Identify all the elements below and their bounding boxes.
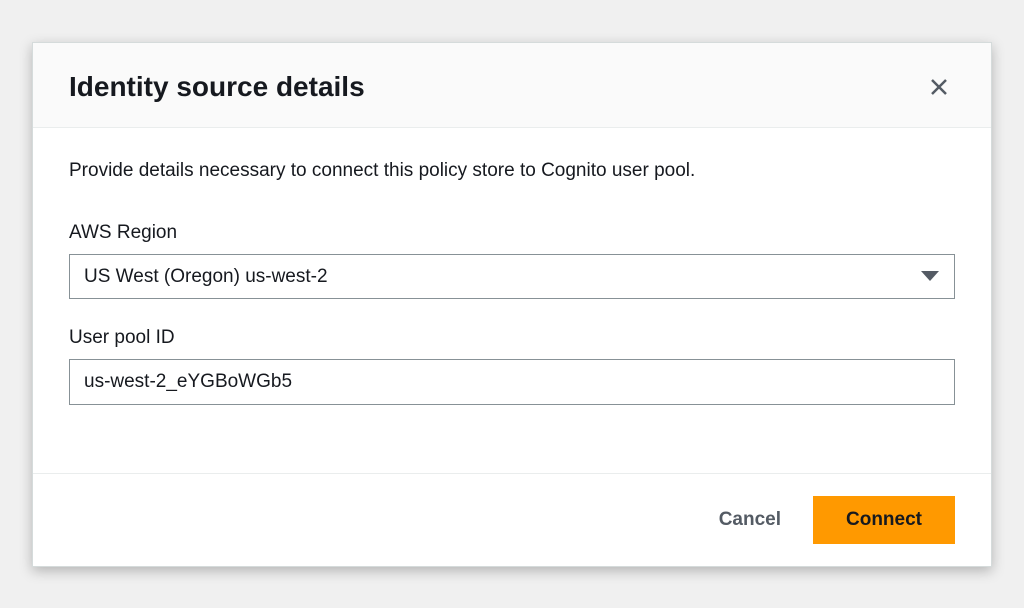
modal-title: Identity source details <box>69 71 365 103</box>
aws-region-select-wrapper: US West (Oregon) us-west-2 <box>69 254 955 299</box>
close-icon <box>927 75 951 99</box>
connect-button[interactable]: Connect <box>813 496 955 544</box>
identity-source-modal: Identity source details Provide details … <box>32 42 992 567</box>
close-button[interactable] <box>923 71 955 103</box>
aws-region-label: AWS Region <box>69 222 955 244</box>
aws-region-field: AWS Region US West (Oregon) us-west-2 <box>69 222 955 299</box>
user-pool-id-input[interactable] <box>69 359 955 405</box>
cancel-button[interactable]: Cancel <box>711 499 789 541</box>
user-pool-id-label: User pool ID <box>69 327 955 349</box>
user-pool-id-field: User pool ID <box>69 327 955 405</box>
modal-body: Provide details necessary to connect thi… <box>33 128 991 473</box>
modal-description: Provide details necessary to connect thi… <box>69 160 955 182</box>
modal-header: Identity source details <box>33 43 991 128</box>
modal-footer: Cancel Connect <box>33 473 991 566</box>
aws-region-select[interactable]: US West (Oregon) us-west-2 <box>69 254 955 299</box>
